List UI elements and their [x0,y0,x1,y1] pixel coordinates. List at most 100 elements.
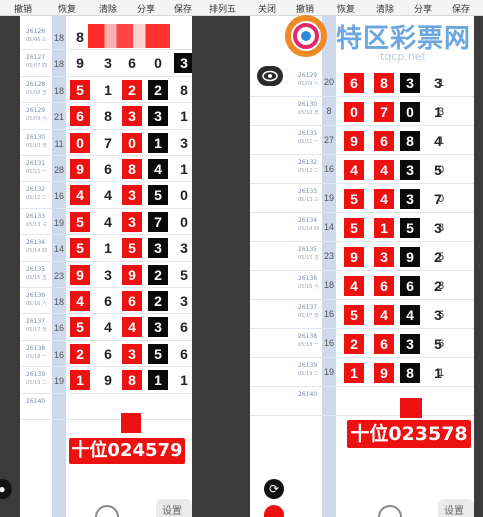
digit-cell: 9 [76,55,84,72]
draw-row: 26132 05/12 二 16 4 4 3 5 0 [250,155,474,184]
pailie5-tab[interactable]: 排列五 [209,2,236,15]
issue-number: 26130 05/10 日 [298,101,319,117]
sum-value: 27 [323,135,334,145]
digit-cell: 4 [104,319,112,336]
draw-row: 26139 05/19 二 19 1 9 8 1 1 [20,367,192,394]
issue-number: 26129 05/09 六 [298,72,319,88]
digit-cell: 4 [104,213,112,230]
issue-date: 05/13 三 [26,221,47,228]
center-gutter [192,16,250,517]
position-digit: 0 [437,164,445,176]
redaction-mosaic [88,24,170,48]
issue-date: 05/09 六 [26,116,47,123]
digit-cell: 2 [148,291,168,311]
sum-value: 18 [53,59,64,70]
digit-cell: 9 [104,372,112,389]
settings-tab[interactable]: 设置 [156,499,192,517]
issue-id: 26126 [26,28,46,35]
digit-cell: 5 [344,218,364,238]
draw-row: 26137 05/17 日 16 5 4 4 3 6 [20,314,192,341]
issue-id: 26140 [298,391,318,398]
draw-row: 26138 05/18 一 16 2 6 3 5 6 [20,341,192,368]
settings-tab-right[interactable]: 设置 [438,499,474,517]
digit-cell: 3 [180,293,188,309]
issue-date: 05/10 日 [26,142,47,149]
issue-number: 26133 05/13 三 [298,188,319,204]
eye-icon[interactable] [257,66,283,86]
draw-row: 26135 05/15 五 23 9 3 9 2 5 [250,242,474,271]
clear-button[interactable]: 清除 [99,2,117,15]
issue-id: 26130 [26,133,46,141]
sum-value: 28 [53,165,64,175]
right-edge-gutter [474,16,483,517]
sum-value: 19 [53,217,64,228]
position-digit: 5 [437,251,445,263]
next-draw-marker-right [400,398,422,418]
issue-date: 05/16 六 [26,301,47,307]
digit-cell: 5 [400,218,420,238]
draw-row: 26134 05/14 四 14 5 1 5 3 3 [20,235,192,262]
issue-date: 05/09 六 [298,81,319,87]
issue-id: 26130 [298,101,318,108]
digit-cell: 1 [374,218,394,238]
issue-id: 26133 [298,188,318,195]
share-button[interactable]: 分享 [137,2,155,15]
sum-value: 16 [323,309,334,319]
digit-cell: 6 [104,345,112,362]
digit-cell: 7 [374,102,394,122]
digit-cell: 4 [400,305,420,325]
digit-cell: 3 [122,343,142,364]
issue-number: 26137 05/17 日 [298,304,319,320]
digit-cell: 4 [148,159,168,179]
issue-number: 26139 05/19 二 [26,371,47,387]
digit-cell: 3 [122,211,142,232]
sum-value: 19 [323,367,334,377]
issue-number: 26138 05/18 一 [26,345,47,361]
left-edge-gutter [0,16,20,517]
position-digit: 0 [437,193,445,205]
digit-cell: 4 [344,276,364,296]
digit-cell: 4 [374,189,394,209]
digit-cell: 0 [154,55,162,72]
issue-id: 26134 [26,239,46,247]
issue-number: 26137 05/17 日 [26,318,47,334]
next-draw-marker [121,413,141,433]
settings-tab-label: 设置 [162,506,182,517]
digit-cell: 2 [148,79,168,100]
draw-row: 26140 [20,394,192,420]
digit-cell: 5 [70,238,90,259]
digit-cell: 2 [148,264,168,285]
issue-date: 05/06 三 [26,37,47,43]
digit-cell: 5 [148,185,168,206]
save-button[interactable]: 保存 [174,2,192,15]
digit-cell: 4 [374,305,394,325]
digit-cell: 1 [148,132,168,153]
issue-id: 26129 [26,107,46,115]
digit-cell: 6 [180,319,188,336]
digit-cell: 3 [148,238,168,259]
close-button[interactable]: 关闭 [258,2,276,15]
digit-cell: 5 [70,317,90,338]
digit-cell: 5 [70,79,90,100]
issue-number: 26140 [298,391,317,399]
digit-cell: 8 [122,159,142,179]
issue-id: 26134 [298,217,318,224]
sum-value: 20 [323,77,334,87]
issue-id: 26139 [26,371,46,379]
draw-row: 26131 05/11 一 27 9 6 8 4 1 [250,126,474,155]
digit-cell: 1 [180,161,188,177]
digit-cell: 9 [374,363,394,383]
undo-button[interactable]: 撤销 [14,2,32,15]
digit-cell: 8 [400,131,420,151]
issue-number: 26139 05/19 二 [298,362,319,378]
issue-id: 26138 [298,333,318,340]
rotate-icon[interactable]: ⟳ [264,479,284,499]
digit-cell: 6 [180,345,188,362]
digit-cell: 9 [400,247,420,267]
settings-tab-label-right: 设置 [444,506,464,517]
issue-id: 26137 [298,304,318,311]
digit-cell: 4 [344,160,364,180]
digit-cell: 6 [400,276,420,296]
redo-button[interactable]: 恢复 [58,2,76,15]
logo-url: tqcp.net [380,50,426,63]
